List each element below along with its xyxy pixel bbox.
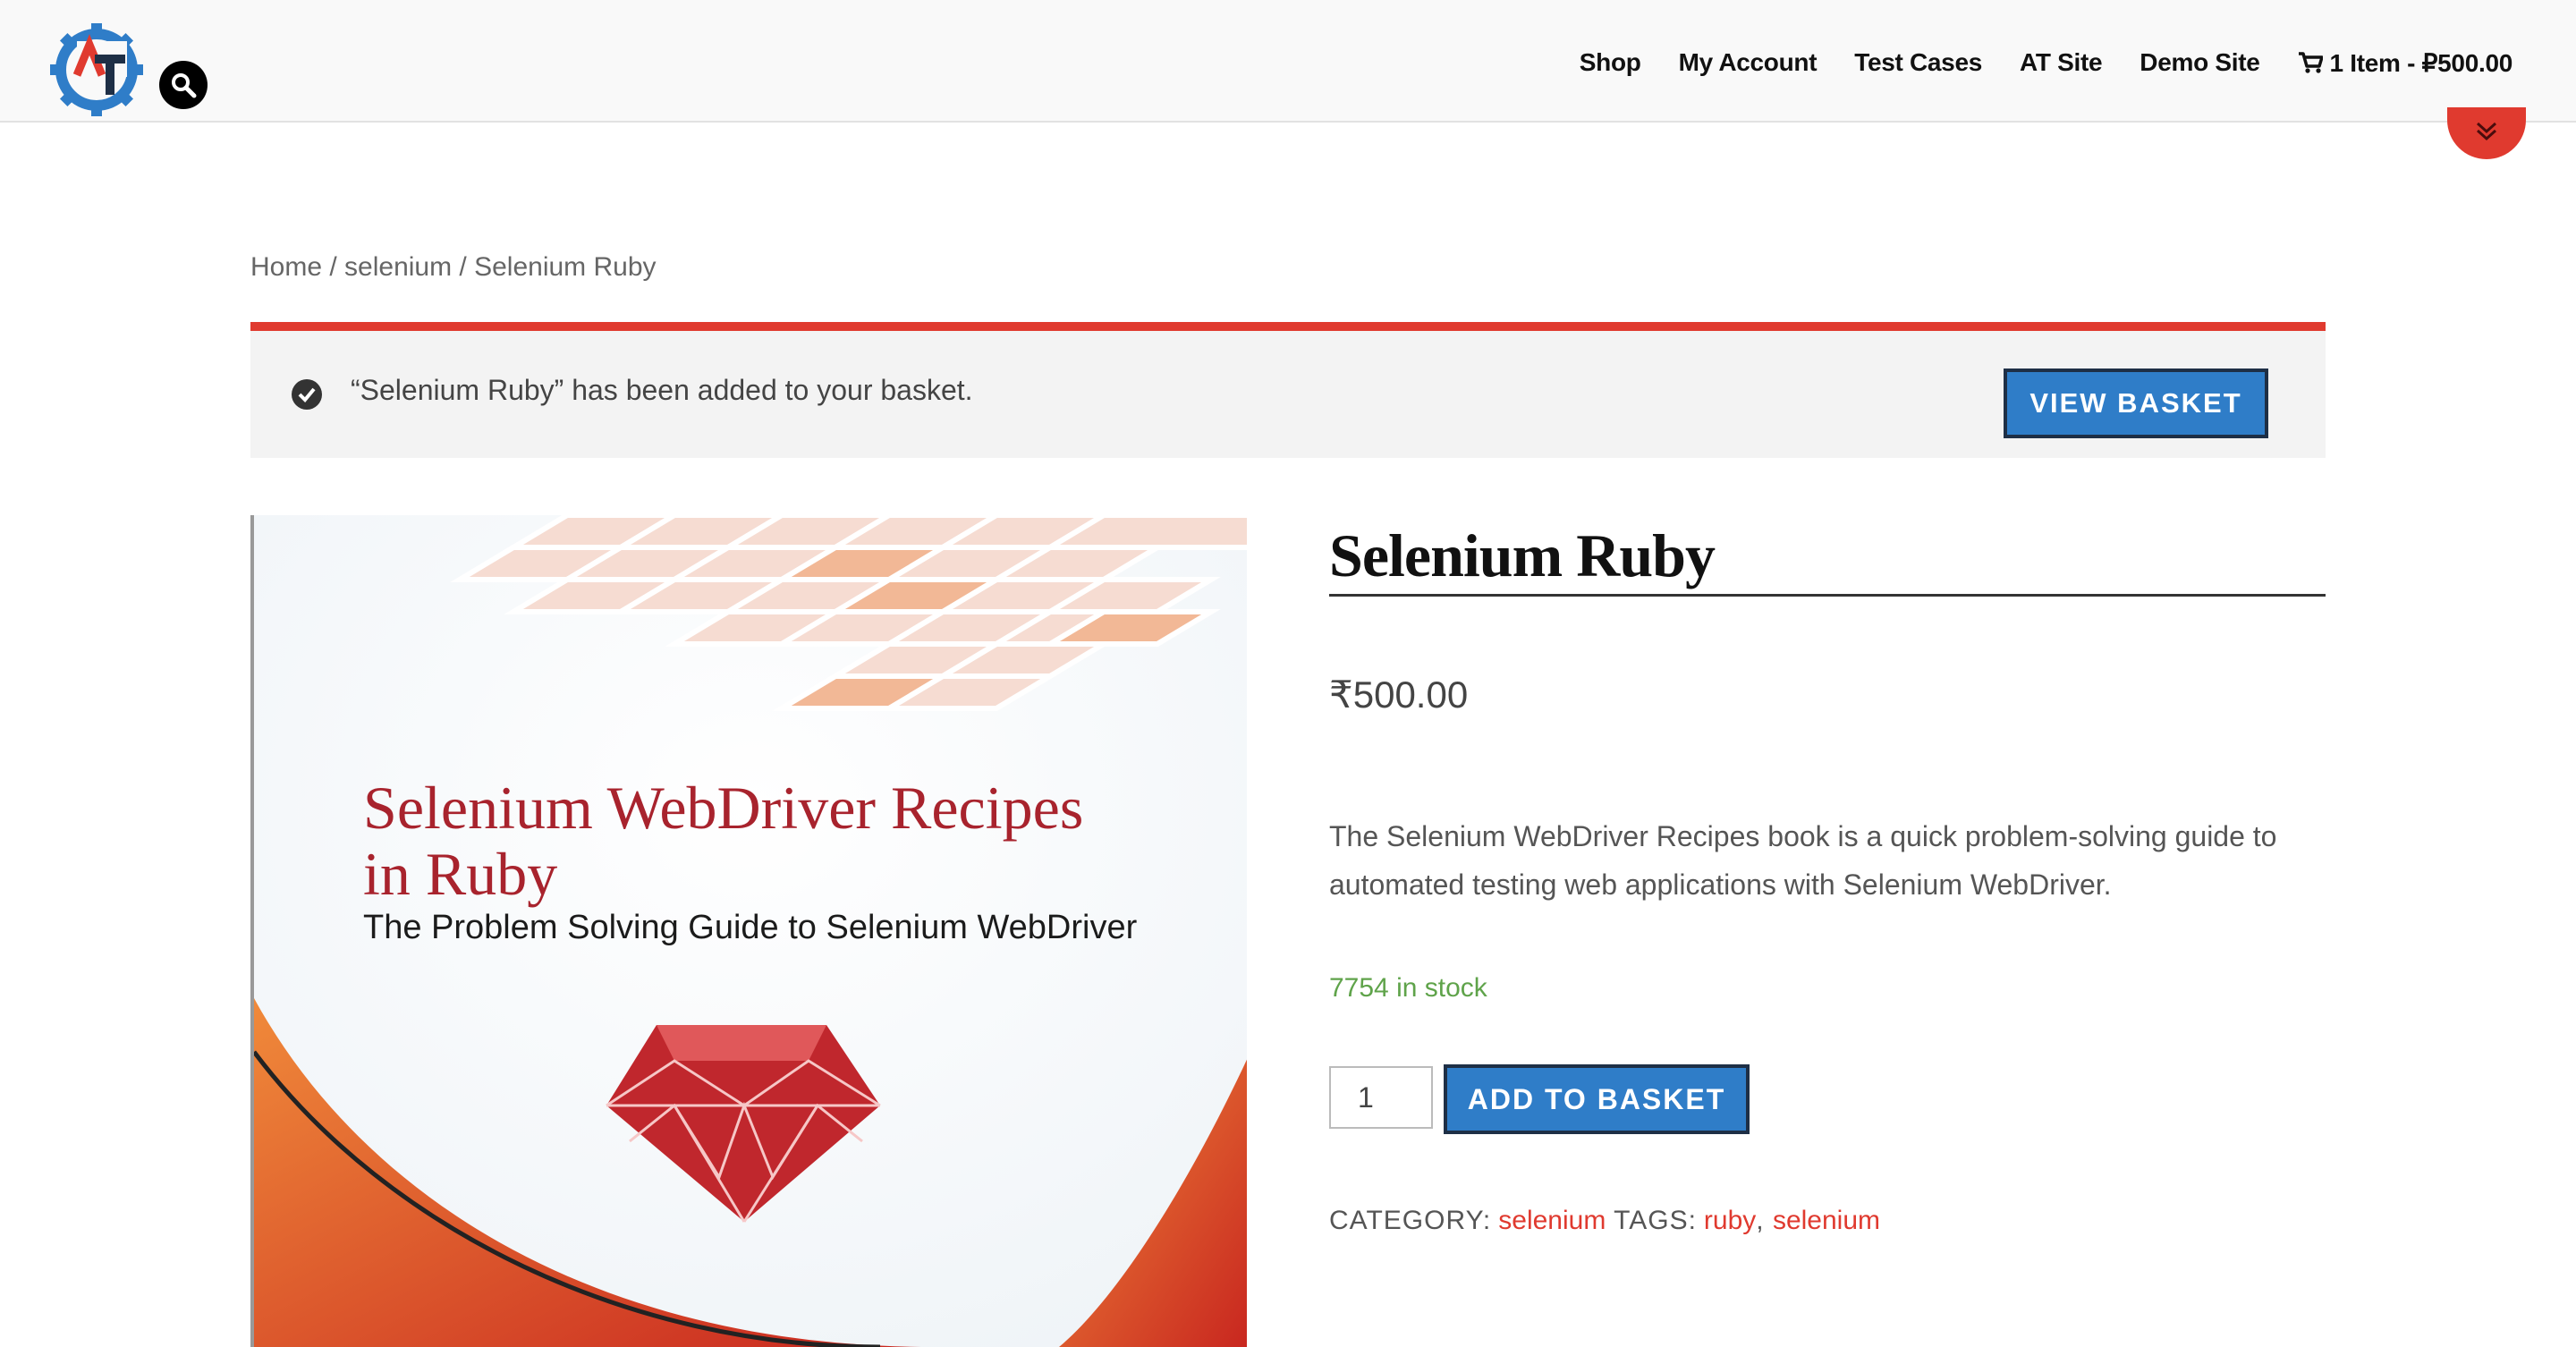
search-icon bbox=[172, 73, 197, 98]
breadcrumb[interactable]: Home / selenium / Selenium Ruby bbox=[250, 252, 657, 283]
tag-separator: , bbox=[1756, 1206, 1773, 1235]
scroll-down-button[interactable] bbox=[2447, 107, 2526, 159]
cart-icon bbox=[2298, 52, 2323, 73]
product-title: Selenium Ruby bbox=[1329, 521, 1716, 589]
check-circle-icon bbox=[292, 379, 322, 410]
tag-link-ruby[interactable]: ruby bbox=[1704, 1206, 1756, 1235]
cart-link[interactable]: 1 Item - ₽500.00 bbox=[2298, 48, 2512, 78]
main-nav: Shop My Account Test Cases AT Site Demo … bbox=[1542, 45, 2513, 80]
nav-shop[interactable]: Shop bbox=[1580, 48, 1641, 77]
product-meta: CATEGORY: selenium TAGS: ruby, selenium bbox=[1329, 1206, 1880, 1236]
product-image[interactable]: Selenium WebDriver Recipes in Ruby The P… bbox=[250, 515, 1247, 1347]
nav-my-account[interactable]: My Account bbox=[1679, 48, 1818, 77]
stock-status: 7754 in stock bbox=[1329, 973, 1487, 1003]
tags-label: TAGS: bbox=[1614, 1206, 1697, 1235]
nav-test-cases[interactable]: Test Cases bbox=[1854, 48, 1982, 77]
notice-message: “Selenium Ruby” has been added to your b… bbox=[351, 374, 973, 406]
chevron-down-icon bbox=[2476, 122, 2497, 141]
category-link[interactable]: selenium bbox=[1498, 1206, 1606, 1235]
category-label: CATEGORY: bbox=[1329, 1206, 1492, 1235]
add-to-basket-button[interactable]: ADD TO BASKET bbox=[1444, 1064, 1750, 1134]
search-button[interactable] bbox=[159, 61, 208, 109]
site-logo-icon[interactable] bbox=[50, 23, 143, 116]
view-basket-button[interactable]: VIEW BASKET bbox=[2004, 369, 2268, 438]
quantity-input[interactable] bbox=[1329, 1066, 1433, 1129]
product-description: The Selenium WebDriver Recipes book is a… bbox=[1329, 820, 2277, 901]
nav-at-site[interactable]: AT Site bbox=[2020, 48, 2103, 77]
tag-link-selenium[interactable]: selenium bbox=[1773, 1206, 1880, 1235]
cover-subtitle: The Problem Solving Guide to Selenium We… bbox=[363, 909, 1138, 946]
nav-demo-site[interactable]: Demo Site bbox=[2140, 48, 2260, 77]
product-price: ₹500.00 bbox=[1329, 674, 1469, 716]
cart-summary: 1 Item - ₽500.00 bbox=[2329, 48, 2513, 77]
cover-title: Selenium WebDriver Recipes in Ruby bbox=[363, 774, 1084, 908]
basket-notice: “Selenium Ruby” has been added to your b… bbox=[250, 322, 2326, 458]
title-divider bbox=[1329, 594, 2326, 597]
site-header: Shop My Account Test Cases AT Site Demo … bbox=[0, 0, 2576, 123]
